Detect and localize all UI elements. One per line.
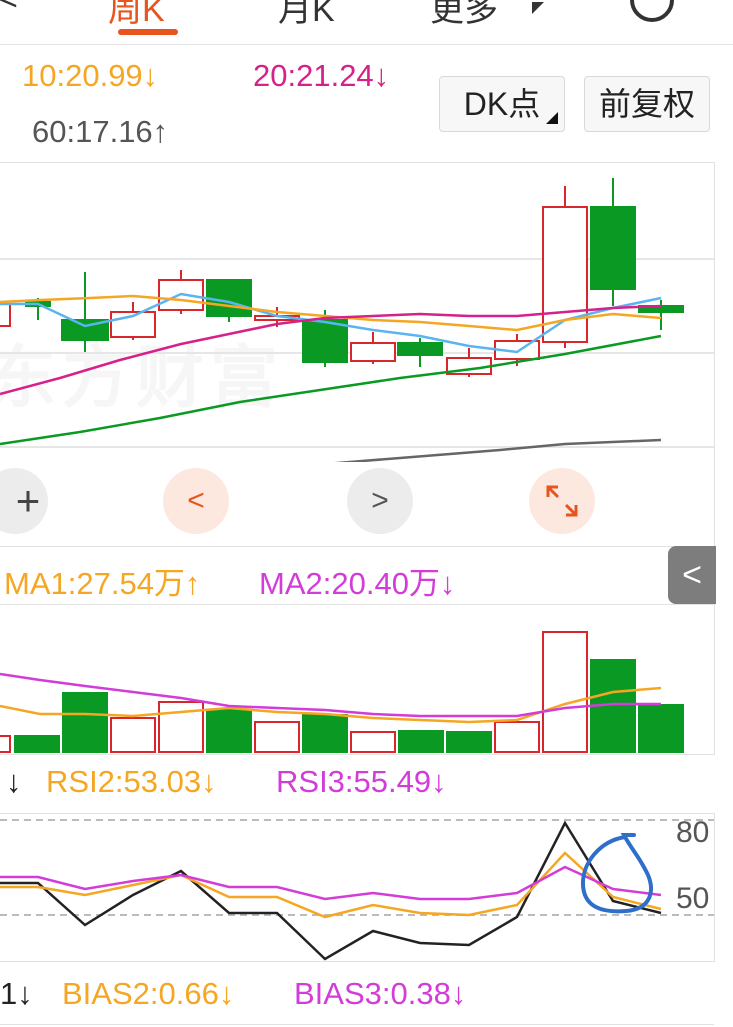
rsi3-line [0, 865, 662, 901]
candle [206, 279, 252, 317]
dk-dropdown-icon [546, 112, 558, 124]
ma120-line [334, 438, 662, 462]
volume-chart [0, 631, 684, 753]
chevron-left-icon: < [682, 555, 702, 594]
settings-gear-icon[interactable] [630, 0, 674, 22]
rsi3-value: RSI3:55.49↓ [276, 764, 447, 799]
tab-back-partial[interactable]: < [0, 0, 18, 19]
volume-ma1: MA1:27.54万↑ [4, 566, 201, 601]
rsi2-line [0, 851, 662, 919]
candle [350, 342, 396, 362]
collapse-side-panel-button[interactable]: < [668, 546, 716, 604]
volume-bar [542, 631, 588, 753]
volume-bar [302, 714, 348, 753]
volume-bar [494, 721, 540, 753]
more-dropdown-icon [532, 2, 544, 14]
hand-drawn-circle-annotation [580, 833, 654, 914]
volume-bar [14, 735, 60, 753]
plus-icon: + [15, 477, 41, 524]
tab-monthly[interactable]: 月K [278, 0, 335, 31]
candle [542, 206, 588, 343]
rsi2-value: RSI2:53.03↓ [46, 764, 217, 799]
period-tab-bar: < 周K 月K 更多 [0, 0, 733, 45]
ma10-value: 10:20.99↓ [22, 58, 159, 93]
volume-bar [398, 730, 444, 753]
fullscreen-button[interactable] [529, 468, 595, 534]
scroll-right-button[interactable]: > [347, 468, 413, 534]
bias-panel-top-border [0, 1024, 714, 1025]
rsi-level-80: 80 [676, 816, 710, 849]
rsi-chart [0, 819, 714, 961]
expand-icon [546, 485, 578, 517]
forward-adjust-button[interactable]: 前复权 [584, 76, 710, 132]
volume-bar [446, 731, 492, 753]
bias3-value: BIAS3:0.38↓ [294, 976, 467, 1011]
ma60-value: 60:17.16↑ [32, 114, 169, 149]
volume-bar [110, 717, 156, 753]
chevron-left-icon: < [187, 484, 205, 517]
candle [302, 319, 348, 363]
candle [590, 206, 636, 290]
candle [397, 342, 443, 356]
dk-point-button[interactable]: DK点 [439, 76, 565, 132]
volume-bar [638, 704, 684, 753]
candle [0, 303, 11, 327]
volume-bar [206, 709, 252, 753]
volume-ma2: MA2:20.40万↓ [259, 566, 456, 601]
scroll-left-button[interactable]: < [163, 468, 229, 534]
tab-weekly[interactable]: 周K [108, 0, 165, 31]
volume-bar [62, 692, 108, 753]
bias2-value: BIAS2:0.66↓ [62, 976, 235, 1011]
chevron-right-icon: > [371, 484, 389, 517]
bias1-fragment: 1↓ [0, 976, 33, 1011]
volume-bar [350, 731, 396, 753]
volume-bar [0, 735, 11, 753]
candlesticks [0, 178, 684, 377]
ma20-value: 20:21.24↓ [253, 58, 390, 93]
volume-bars [0, 631, 684, 753]
dk-point-label: DK点 [463, 86, 541, 122]
rsi-level-50: 50 [676, 882, 710, 915]
rsi1-fragment: ↓ [6, 764, 22, 799]
volume-bar [254, 721, 300, 753]
kline-chart [0, 178, 714, 462]
forward-adjust-label: 前复权 [598, 86, 695, 122]
active-tab-indicator [118, 29, 178, 35]
tab-more[interactable]: 更多 [430, 0, 498, 31]
